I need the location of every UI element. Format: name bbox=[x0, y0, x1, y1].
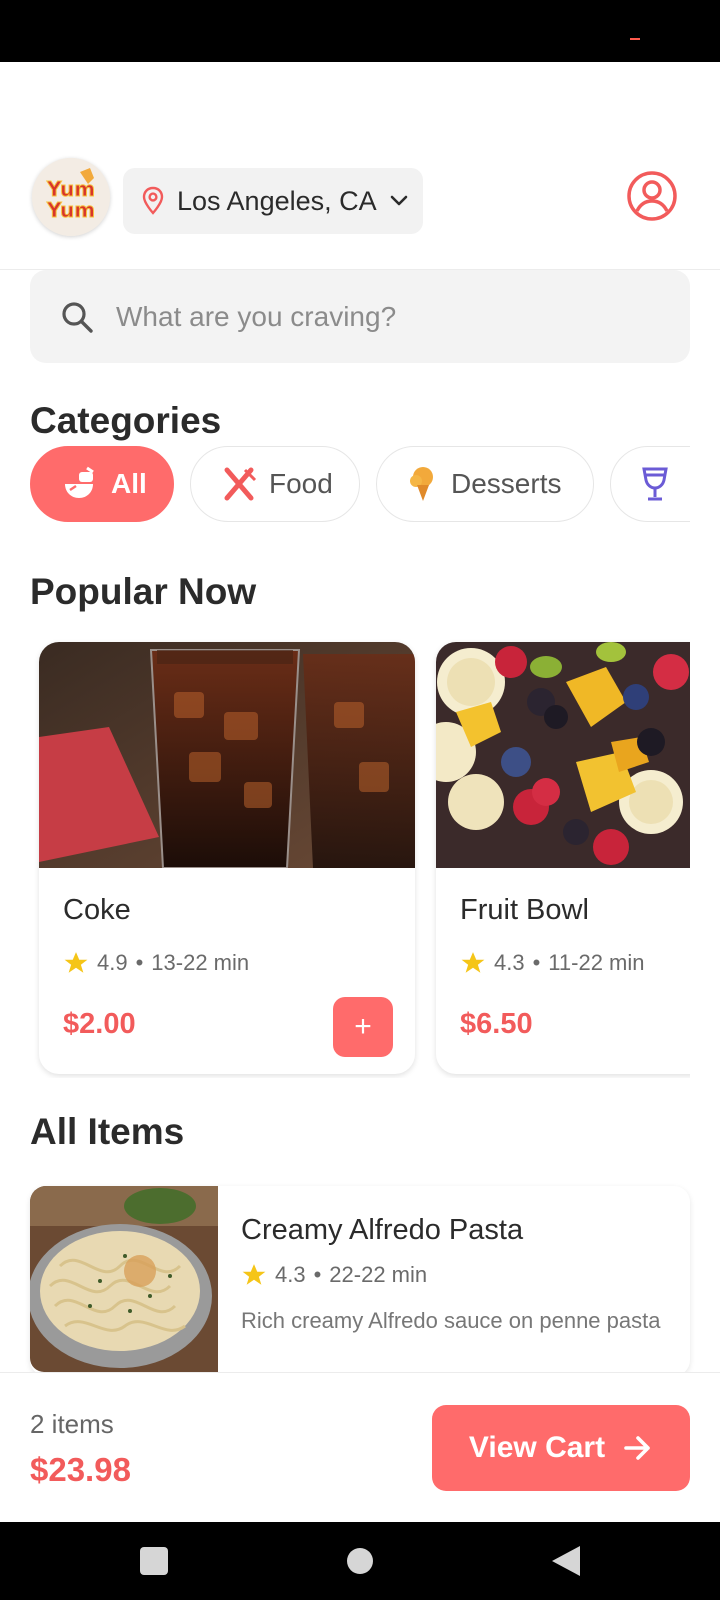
item-meta: 4.9 • 13-22 min bbox=[63, 950, 249, 976]
category-label: All bbox=[111, 468, 147, 499]
cart-summary-bar: 2 items $23.98 View Cart bbox=[0, 1372, 720, 1522]
category-chip-desserts[interactable]: Desserts bbox=[376, 446, 594, 522]
back-button[interactable] bbox=[526, 1522, 606, 1600]
arrow-right-icon bbox=[624, 1436, 650, 1460]
wine-glass-icon bbox=[642, 467, 668, 501]
item-name: Fruit Bowl bbox=[460, 894, 589, 926]
alfredo-pasta-image bbox=[30, 1186, 218, 1372]
item-description: Rich creamy Alfredo sauce on penne pasta bbox=[241, 1308, 661, 1333]
profile-button[interactable] bbox=[626, 170, 678, 222]
item-price: $6.50 bbox=[460, 1008, 533, 1040]
square-icon bbox=[140, 1547, 168, 1575]
item-time: 22-22 min bbox=[329, 1262, 428, 1287]
coke-image bbox=[39, 642, 415, 868]
meta-separator: • bbox=[135, 950, 144, 975]
meta-separator: • bbox=[313, 1262, 322, 1287]
cart-total: $23.98 bbox=[30, 1451, 131, 1488]
recents-button[interactable] bbox=[114, 1522, 194, 1600]
search-placeholder[interactable]: What are you craving? bbox=[116, 301, 396, 333]
triangle-back-icon bbox=[552, 1546, 580, 1576]
item-rating: 4.3 bbox=[275, 1262, 306, 1287]
category-chip-all[interactable]: All bbox=[30, 446, 174, 522]
status-bar bbox=[0, 0, 720, 62]
logo-text-bottom: Yum bbox=[46, 198, 95, 222]
app-header: Yum Yum Los Angeles, CA bbox=[0, 140, 720, 270]
item-time: 13-22 min bbox=[151, 950, 250, 975]
search-icon bbox=[62, 301, 93, 333]
item-name: Coke bbox=[63, 894, 131, 926]
popular-card-fruit-bowl[interactable]: Fruit Bowl 4.3 • 11-22 min $6.50 bbox=[436, 642, 690, 1074]
item-time: 11-22 min bbox=[548, 950, 645, 975]
add-to-cart-button[interactable]: + bbox=[333, 997, 393, 1057]
star-icon bbox=[64, 952, 88, 973]
status-indicator bbox=[630, 38, 640, 40]
category-label: Desserts bbox=[451, 468, 562, 499]
location-selector[interactable]: Los Angeles, CA bbox=[123, 168, 423, 234]
circle-icon bbox=[347, 1548, 373, 1574]
home-button[interactable] bbox=[320, 1522, 400, 1600]
cart-item-count: 2 items bbox=[30, 1409, 114, 1439]
meta-separator: • bbox=[532, 950, 541, 975]
category-chips: All Food Desserts bbox=[30, 446, 690, 522]
view-cart-button[interactable]: View Cart bbox=[432, 1405, 690, 1491]
view-cart-label: View Cart bbox=[468, 1431, 606, 1464]
system-navigation-bar bbox=[0, 1522, 720, 1600]
all-items-title: All Items bbox=[30, 1111, 185, 1152]
user-circle-icon bbox=[627, 171, 677, 221]
bowl-icon bbox=[65, 466, 94, 498]
category-chip-drinks[interactable] bbox=[610, 446, 690, 522]
map-pin-icon bbox=[142, 186, 164, 215]
utensils-icon bbox=[224, 467, 257, 501]
list-item[interactable]: Creamy Alfredo Pasta 4.3 • 22-22 min Ric… bbox=[30, 1186, 690, 1376]
category-chip-food[interactable]: Food bbox=[190, 446, 360, 522]
item-rating: 4.9 bbox=[97, 950, 128, 975]
ice-cream-icon bbox=[410, 467, 433, 501]
categories-title: Categories bbox=[30, 400, 222, 441]
location-label: Los Angeles, CA bbox=[177, 185, 377, 216]
item-rating: 4.3 bbox=[494, 950, 525, 975]
popular-title: Popular Now bbox=[30, 571, 257, 612]
chevron-down-icon bbox=[390, 195, 407, 206]
yumyum-logo-icon: Yum Yum bbox=[32, 158, 110, 236]
item-name: Creamy Alfredo Pasta bbox=[241, 1214, 524, 1246]
star-icon bbox=[242, 1264, 266, 1285]
item-price: $2.00 bbox=[63, 1008, 136, 1040]
item-meta: 4.3 • 22-22 min bbox=[241, 1262, 427, 1288]
app-logo[interactable]: Yum Yum bbox=[32, 158, 110, 236]
category-label: Food bbox=[269, 468, 333, 499]
search-bar[interactable]: What are you craving? bbox=[30, 270, 690, 363]
star-icon bbox=[461, 952, 485, 973]
fruit-bowl-image bbox=[436, 642, 690, 868]
popular-card-coke[interactable]: Coke 4.9 • 13-22 min $2.00 + bbox=[39, 642, 415, 1074]
item-meta: 4.3 • 11-22 min bbox=[460, 950, 645, 976]
popular-carousel[interactable]: Coke 4.9 • 13-22 min $2.00 + Fruit Bowl … bbox=[30, 638, 690, 1078]
